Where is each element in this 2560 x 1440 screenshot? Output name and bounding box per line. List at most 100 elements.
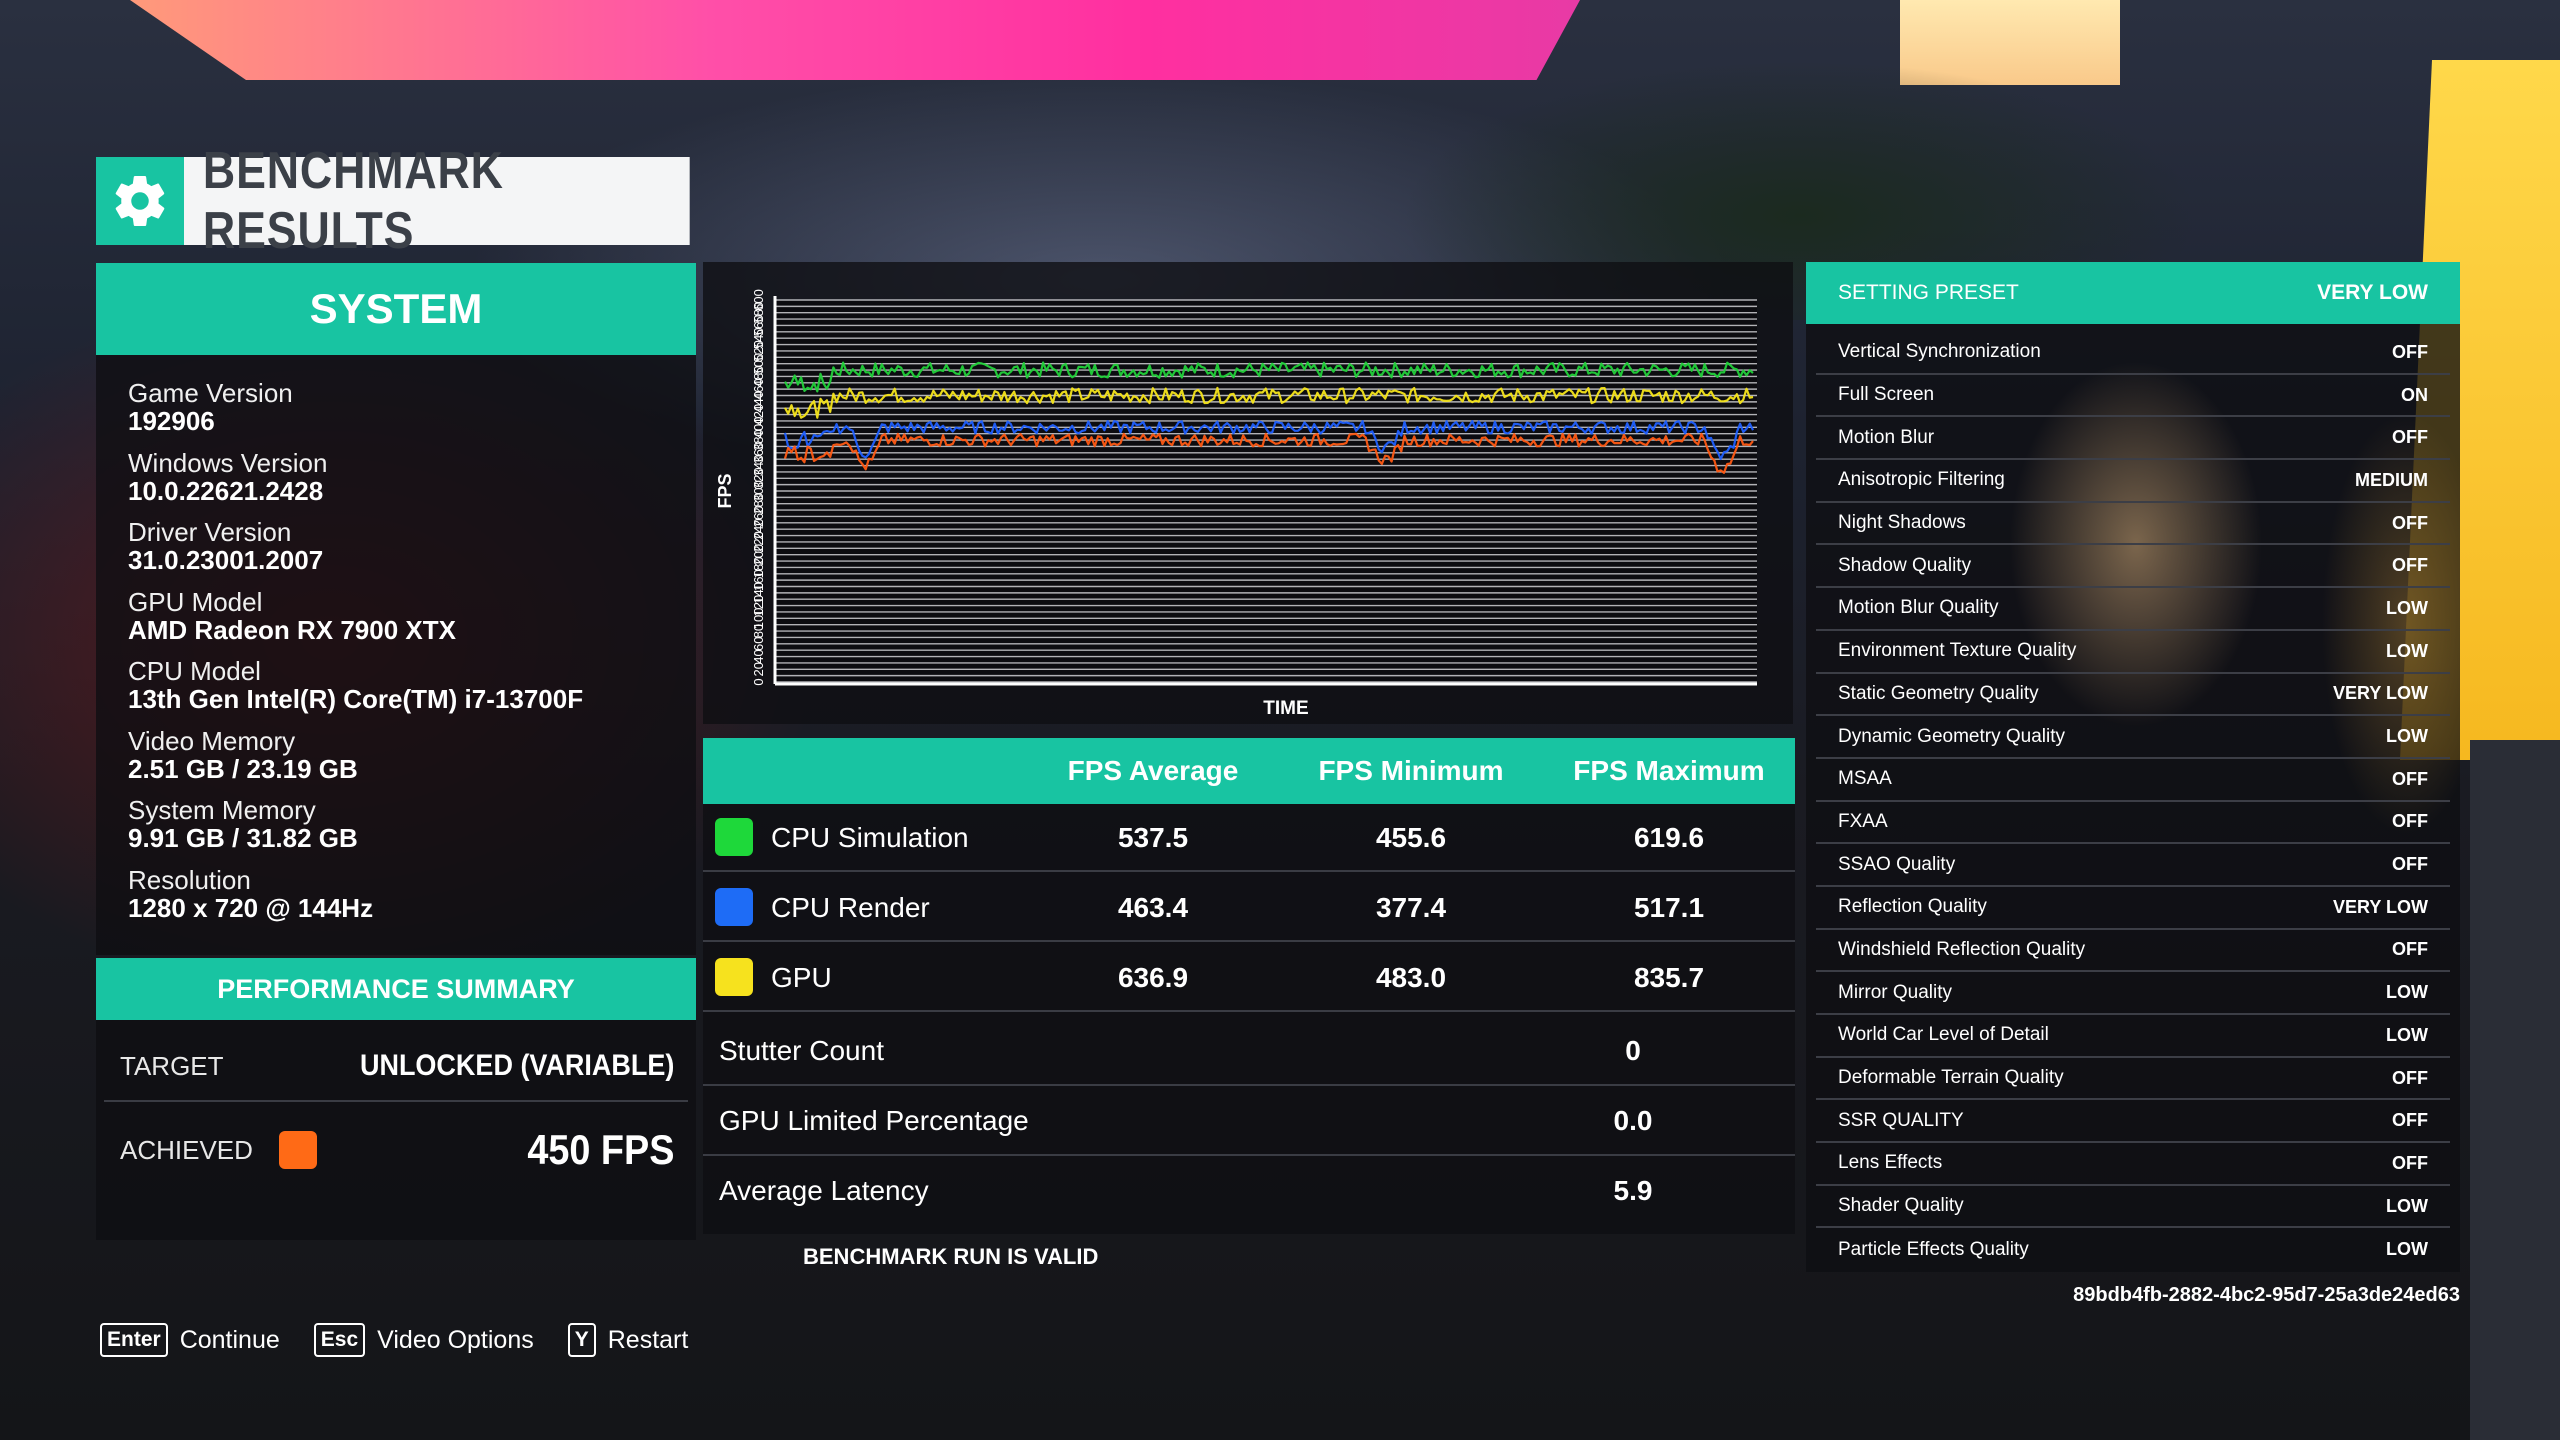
background-banner: [130, 0, 1580, 80]
setting-value: OFF: [2392, 768, 2428, 789]
setting-value: LOW: [2386, 1195, 2428, 1216]
system-item-label: Windows Version: [128, 447, 328, 478]
page-header: BENCHMARK RESULTS: [96, 142, 772, 260]
setting-label: Reflection Quality: [1838, 896, 1987, 918]
system-item-value: AMD Radeon RX 7900 XTX: [128, 614, 456, 645]
table-row: CPU Simulation 537.5 455.6 619.6: [703, 804, 1795, 872]
setting-label: Full Screen: [1838, 384, 1935, 406]
setting-label: Motion Blur: [1838, 426, 1935, 448]
results-table: CPU Simulation 537.5 455.6 619.6 CPU Ren…: [703, 804, 1795, 1234]
setting-label: Dynamic Geometry Quality: [1838, 725, 2066, 747]
system-item-label: GPU Model: [128, 586, 263, 617]
setting-row: Deformable Terrain Quality OFF: [1816, 1058, 2450, 1101]
system-item-label: Video Memory: [128, 725, 296, 756]
setting-value: MEDIUM: [2355, 469, 2428, 490]
target-value: UNLOCKED (VARIABLE): [359, 1049, 674, 1082]
row-min: 377.4: [1375, 892, 1447, 923]
setting-value: OFF: [2392, 1152, 2428, 1173]
chart-y-tick-label: 80: [751, 624, 766, 638]
performance-summary-header: PERFORMANCE SUMMARY: [96, 958, 696, 1020]
setting-label: SSAO Quality: [1838, 853, 1956, 875]
setting-label: Windshield Reflection Quality: [1838, 938, 2086, 960]
setting-row: Dynamic Geometry Quality LOW: [1816, 716, 2450, 759]
stat-row-average-latency: Average Latency 5.9: [703, 1156, 1795, 1226]
cpu-render-swatch: [715, 888, 753, 926]
chart-y-tick-label: 60: [751, 637, 766, 651]
setting-row: Mirror Quality LOW: [1816, 972, 2450, 1015]
setting-preset-header: SETTING PRESET VERY LOW: [1806, 262, 2460, 324]
setting-value: LOW: [2386, 597, 2428, 618]
setting-row: Environment Texture Quality LOW: [1816, 631, 2450, 674]
background-structure: [2470, 740, 2560, 1440]
setting-label: Shader Quality: [1838, 1195, 1964, 1217]
setting-preset-value: VERY LOW: [2317, 281, 2428, 304]
achieved-value: 450 FPS: [526, 1126, 674, 1173]
system-item-label: CPU Model: [128, 656, 261, 686]
gpu-swatch: [715, 958, 753, 996]
column-fps-minimum: FPS Minimum: [1318, 755, 1504, 786]
benchmark-valid-text: BENCHMARK RUN IS VALID: [803, 1244, 1099, 1269]
stat-value: 0.0: [1613, 1105, 1653, 1136]
column-fps-maximum: FPS Maximum: [1573, 755, 1765, 786]
setting-label: Lens Effects: [1838, 1152, 1943, 1174]
row-name: CPU Render: [771, 892, 930, 923]
achieved-row: ACHIEVED 450 FPS: [104, 1104, 688, 1196]
setting-value: LOW: [2386, 1024, 2428, 1045]
setting-label: SSR QUALITY: [1838, 1109, 1964, 1131]
footer-actions: Enter Continue Esc Video Options Y Resta…: [100, 1320, 722, 1360]
setting-value: OFF: [2392, 854, 2428, 875]
setting-row: Motion Blur Quality LOW: [1816, 588, 2450, 631]
system-item-label: Driver Version: [128, 517, 292, 547]
setting-value: VERY LOW: [2332, 683, 2428, 704]
setting-row: Lens Effects OFF: [1816, 1143, 2450, 1186]
setting-value: LOW: [2386, 1239, 2428, 1260]
setting-row: Full Screen ON: [1816, 375, 2450, 418]
continue-button[interactable]: Continue: [180, 1326, 280, 1355]
cpu-simulation-swatch: [715, 818, 753, 856]
chart-y-tick-label: 0: [751, 678, 766, 685]
stat-name: GPU Limited Percentage: [719, 1105, 1029, 1136]
stat-row-stutter-count: Stutter Count 0: [703, 1016, 1795, 1086]
setting-row: Reflection Quality VERY LOW: [1816, 887, 2450, 930]
system-item-label: Game Version: [128, 378, 293, 408]
stat-row-gpu-limited: GPU Limited Percentage 0.0: [703, 1086, 1795, 1156]
chart-x-axis-label: TIME: [1263, 698, 1308, 719]
row-name: GPU: [771, 962, 832, 993]
chart-y-tick-label: 40: [751, 649, 766, 663]
row-min: 455.6: [1375, 822, 1447, 853]
system-item-windows-version: Windows Version 10.0.22621.2428: [128, 449, 696, 519]
setting-row: FXAA OFF: [1816, 802, 2450, 845]
system-item-system-memory: System Memory 9.91 GB / 31.82 GB: [128, 796, 696, 866]
gear-icon: [96, 157, 184, 245]
setting-row: MSAA OFF: [1816, 759, 2450, 802]
system-item-value: 1280 x 720 @ 144Hz: [128, 892, 374, 923]
chart-y-tick-label: 20: [751, 662, 766, 676]
row-avg: 636.9: [1117, 962, 1189, 993]
stat-value: 5.9: [1613, 1175, 1653, 1206]
page-title: BENCHMARK RESULTS: [184, 142, 690, 260]
setting-row: Windshield Reflection Quality OFF: [1816, 930, 2450, 973]
row-min: 483.0: [1375, 962, 1447, 993]
system-item-value: 192906: [128, 406, 215, 436]
esc-key-icon[interactable]: Esc: [313, 1323, 366, 1357]
table-row: GPU 636.9 483.0 835.7: [703, 944, 1795, 1012]
enter-key-icon[interactable]: Enter: [100, 1323, 168, 1357]
system-item-resolution: Resolution 1280 x 720 @ 144Hz: [128, 866, 696, 936]
setting-value: VERY LOW: [2332, 896, 2428, 917]
system-item-video-memory: Video Memory 2.51 GB / 23.19 GB: [128, 727, 696, 797]
setting-value: ON: [2401, 384, 2428, 405]
setting-preset-label: SETTING PRESET: [1838, 281, 2019, 304]
setting-value: OFF: [2392, 811, 2428, 832]
stat-name: Average Latency: [719, 1175, 929, 1206]
setting-value: LOW: [2386, 982, 2428, 1003]
setting-label: Vertical Synchronization: [1838, 341, 2041, 363]
setting-label: Anisotropic Filtering: [1838, 469, 2005, 491]
performance-summary-panel: TARGET UNLOCKED (VARIABLE) ACHIEVED 450 …: [96, 1020, 696, 1240]
video-options-button[interactable]: Video Options: [377, 1326, 534, 1355]
system-item-value: 2.51 GB / 23.19 GB: [128, 753, 358, 784]
row-name: CPU Simulation: [771, 822, 969, 853]
restart-button[interactable]: Restart: [608, 1326, 689, 1355]
system-item-value: 31.0.23001.2007: [128, 545, 324, 575]
setting-row: Anisotropic Filtering MEDIUM: [1816, 460, 2450, 503]
y-key-icon[interactable]: Y: [567, 1323, 596, 1357]
